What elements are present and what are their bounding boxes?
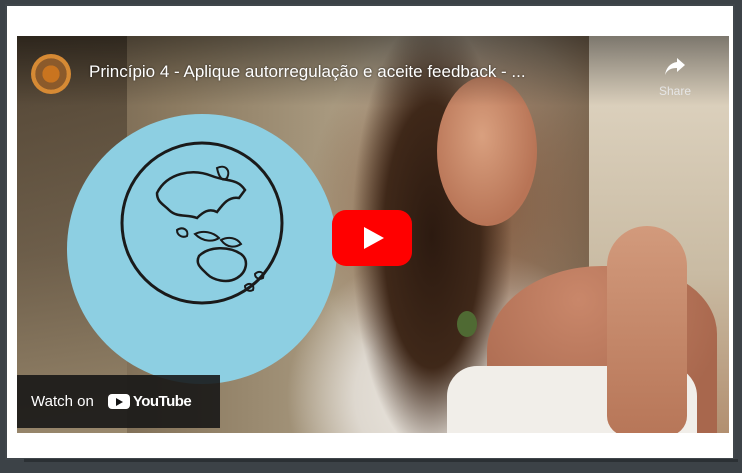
play-icon <box>364 227 384 249</box>
video-player[interactable]: Princípio 4 - Aplique autorregulação e a… <box>17 36 729 433</box>
share-button[interactable]: Share <box>649 52 701 104</box>
frame-bottom-border <box>24 459 738 462</box>
video-title[interactable]: Princípio 4 - Aplique autorregulação e a… <box>89 62 526 82</box>
globe-oceania-icon <box>120 141 284 305</box>
youtube-logo-text: YouTube <box>132 393 192 410</box>
share-arrow-icon <box>665 58 685 75</box>
thumbnail-hand <box>607 226 687 433</box>
thumbnail-pendant <box>457 311 477 337</box>
video-title-bar: Princípio 4 - Aplique autorregulação e a… <box>17 36 729 106</box>
share-label: Share <box>658 84 692 98</box>
youtube-logo-icon <box>107 394 130 409</box>
watch-on-label: Watch on <box>31 393 94 410</box>
watch-on-youtube-button[interactable]: Watch on YouTube <box>17 375 220 428</box>
youtube-logo: YouTube <box>107 393 192 410</box>
play-button[interactable] <box>332 210 412 266</box>
channel-avatar[interactable] <box>31 54 71 94</box>
